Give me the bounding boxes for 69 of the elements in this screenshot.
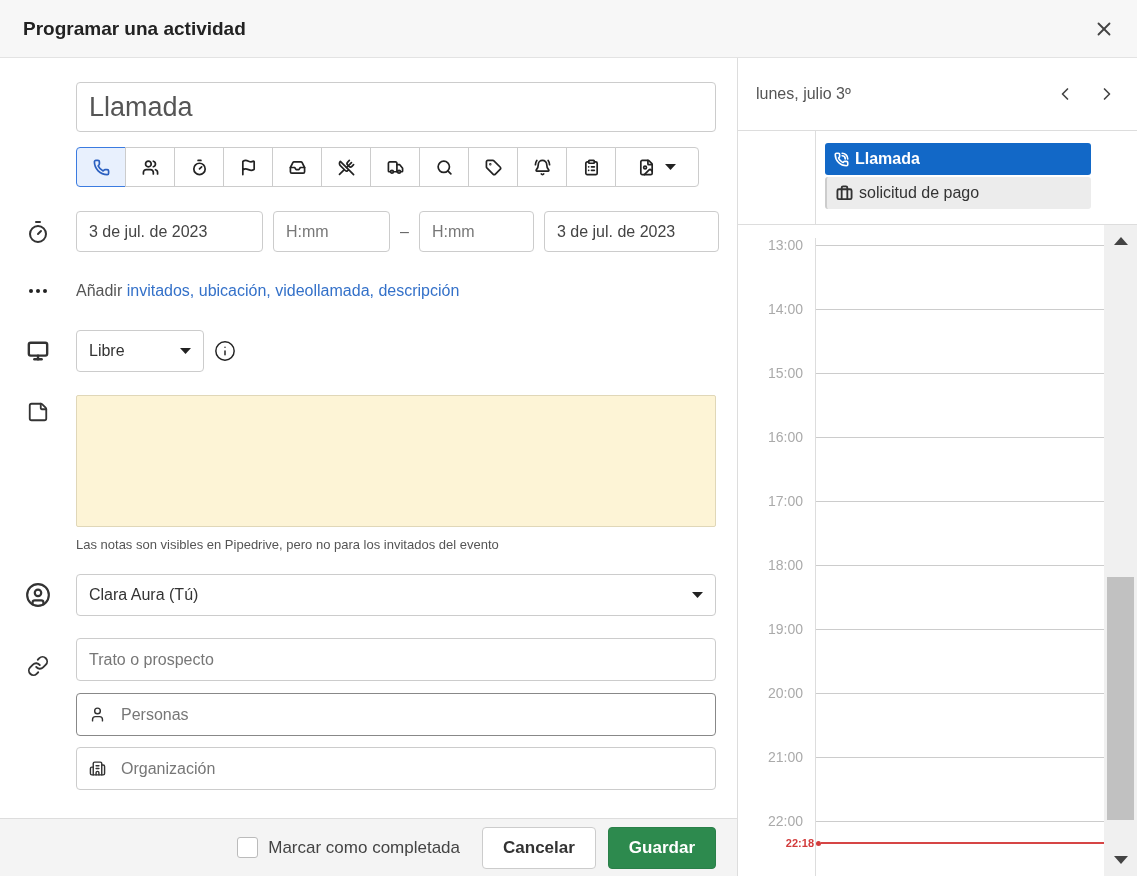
note-icon — [27, 401, 49, 423]
save-button[interactable]: Guardar — [607, 826, 716, 869]
caret-icon — [692, 592, 703, 598]
add-details-text: Añadir invitados, ubicación, videollamada, descripción — [76, 282, 461, 300]
add-details-link[interactable]: descripción — [378, 282, 460, 299]
scrollbar[interactable] — [1104, 225, 1137, 876]
add-details-link[interactable]: invitados, — [126, 282, 195, 299]
activity-type-button[interactable] — [272, 147, 322, 187]
related-field[interactable]: Organización — [76, 747, 716, 790]
activity-type-button[interactable] — [615, 147, 699, 187]
dialog-title: Programar una actividad — [23, 17, 246, 40]
activity-type-button[interactable] — [125, 147, 175, 187]
tag-icon — [484, 158, 502, 176]
info-icon[interactable] — [214, 340, 236, 362]
notes-field[interactable] — [76, 395, 716, 527]
cancel-button[interactable]: Cancelar — [482, 826, 596, 869]
activity-type-button[interactable] — [223, 147, 273, 187]
activity-type-button[interactable] — [517, 147, 567, 187]
flag-icon — [239, 158, 257, 176]
briefcase-icon — [836, 184, 853, 202]
file-icon — [638, 158, 655, 176]
bell-icon — [533, 158, 551, 176]
scrollbar-thumb[interactable] — [1107, 577, 1134, 820]
availability-dropdown[interactable]: Libre — [76, 330, 204, 372]
scroll-up-icon[interactable] — [1113, 237, 1128, 245]
owner-dropdown[interactable]: Clara Aura (Tú) — [76, 574, 716, 616]
more-icon — [29, 289, 47, 293]
inbox-icon — [288, 158, 306, 176]
checkbox[interactable] — [237, 837, 259, 858]
fork-knife-icon — [337, 158, 355, 176]
add-details-link[interactable]: videollamada, — [275, 282, 374, 299]
search-icon — [435, 158, 453, 176]
person-icon — [89, 706, 106, 723]
stopwatch-icon — [26, 219, 50, 244]
end-time-field[interactable]: H:mm — [418, 211, 534, 252]
calendar-event[interactable]: solicitud de pago — [825, 177, 1091, 209]
link-icon — [27, 654, 49, 677]
stopwatch-icon — [190, 158, 208, 176]
activity-type-button[interactable] — [321, 147, 371, 187]
subject-field[interactable]: Llamada — [76, 82, 716, 132]
user-circle-icon — [25, 582, 51, 608]
phone-icon — [834, 151, 849, 167]
activity-type-button[interactable] — [566, 147, 616, 187]
related-field[interactable]: Trato o prospecto — [76, 638, 716, 681]
people-icon — [141, 158, 159, 176]
activity-type-button[interactable] — [370, 147, 420, 187]
related-field[interactable]: Personas — [76, 693, 716, 736]
building-icon — [89, 760, 106, 777]
calendar-date: lunes, julio 3º — [756, 85, 851, 103]
add-details-link[interactable]: ubicación, — [198, 282, 271, 299]
current-time-dot — [816, 840, 821, 846]
end-date-field[interactable]: 3 de jul. de 2023 — [543, 211, 719, 252]
notes-hint: Las notas son visibles en Pipedrive, pero no para los invitados del evento — [76, 537, 500, 552]
caret-icon — [665, 164, 676, 170]
checkbox-label: Marcar como completada — [268, 837, 461, 858]
time-separator: – — [400, 222, 409, 241]
activity-type-button[interactable] — [174, 147, 224, 187]
start-time-field[interactable]: H:mm — [273, 211, 390, 252]
current-time-label: 22:18 — [784, 837, 815, 849]
screen-icon — [27, 340, 49, 362]
activity-type-button[interactable] — [419, 147, 469, 187]
phone-icon — [92, 158, 110, 176]
scroll-down-icon[interactable] — [1113, 856, 1128, 864]
calendar-event[interactable]: Llamada — [825, 143, 1091, 175]
clipboard-icon — [582, 158, 600, 176]
start-date-field[interactable]: 3 de jul. de 2023 — [76, 211, 263, 252]
caret-icon — [180, 348, 191, 354]
truck-icon — [386, 158, 404, 176]
activity-type-button[interactable] — [468, 147, 518, 187]
